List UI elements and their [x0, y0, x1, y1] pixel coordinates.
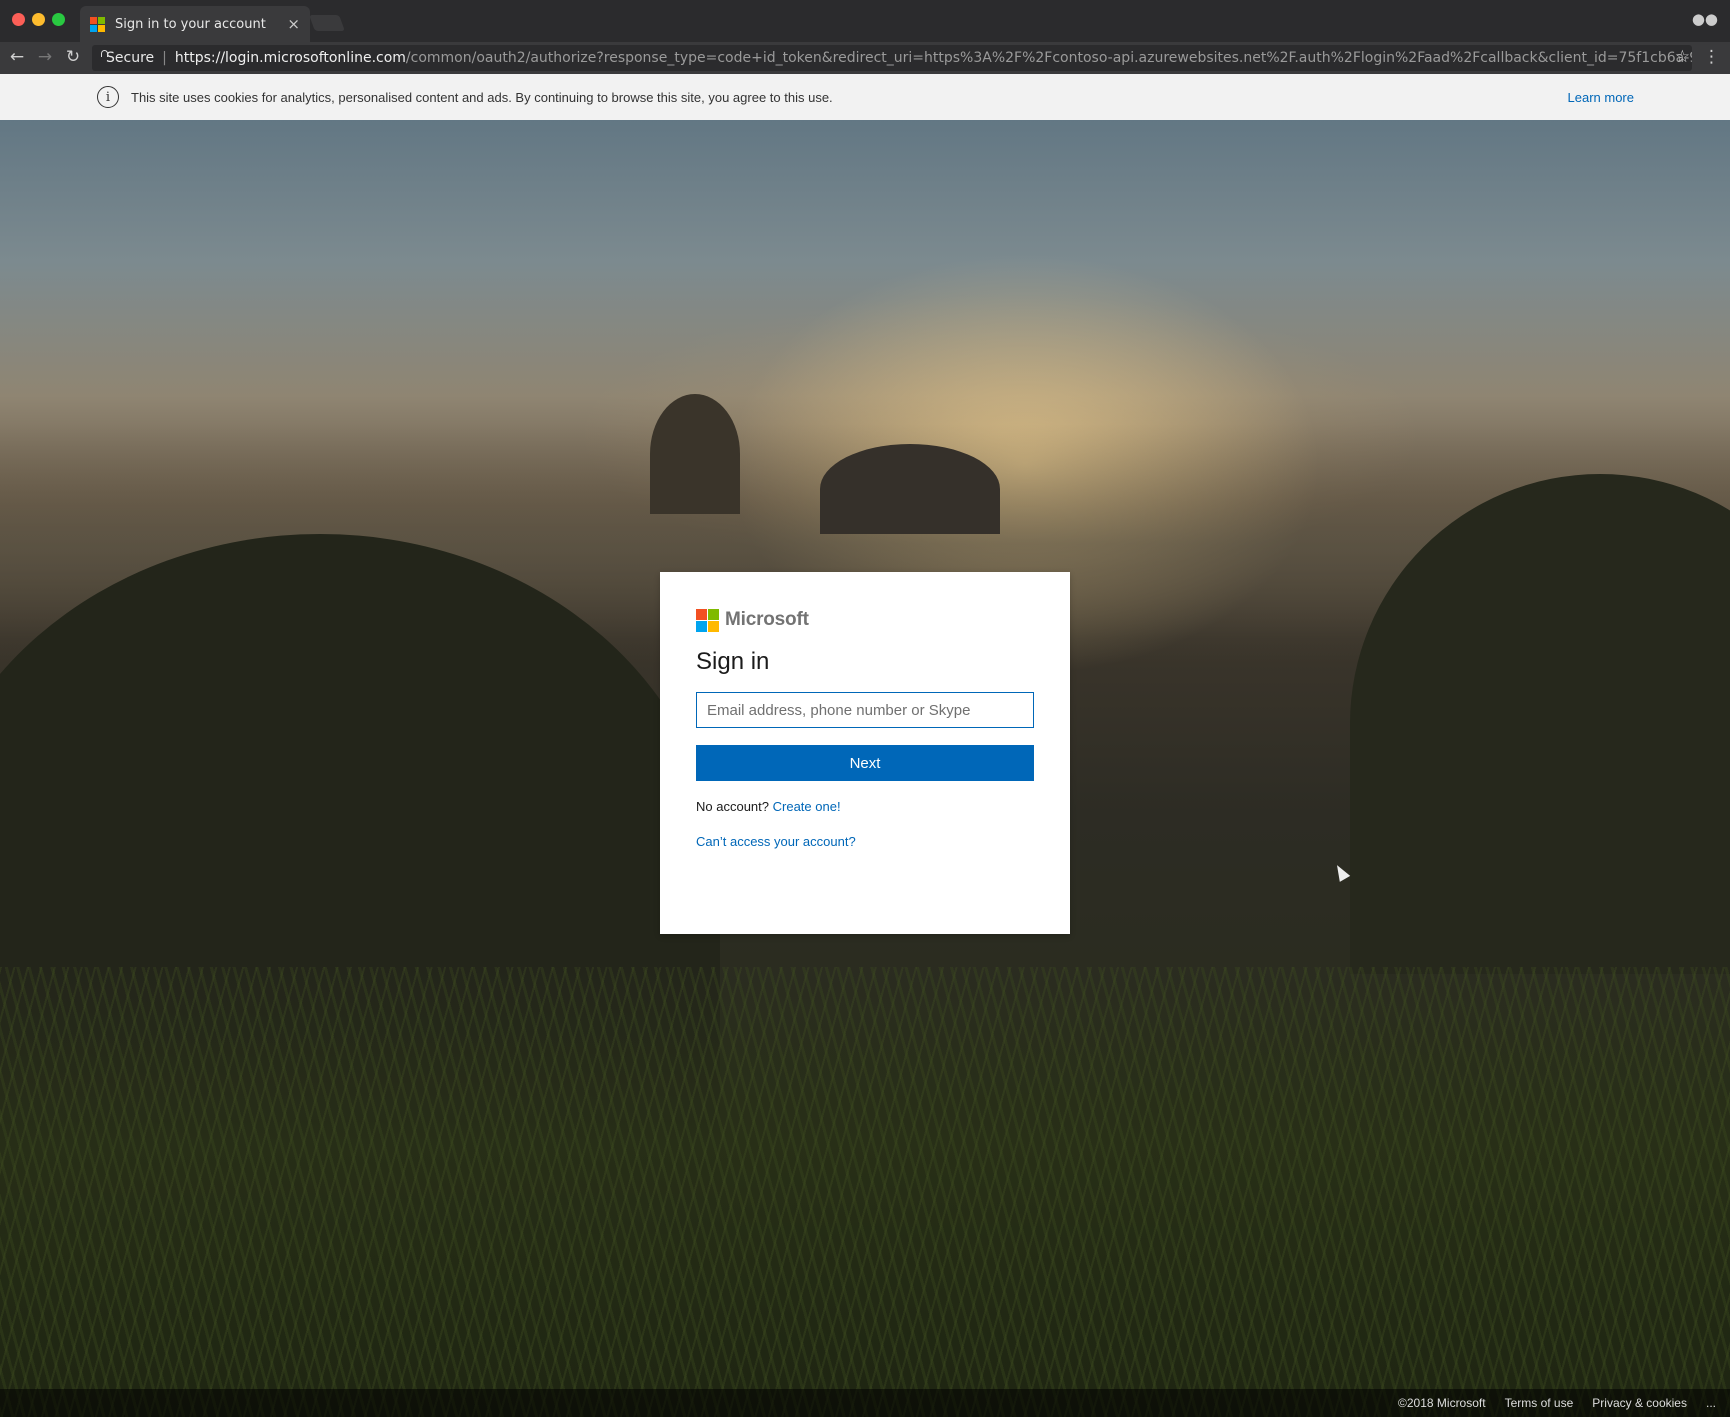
address-bar[interactable]: Secure | https://login.microsoftonline.c… [92, 45, 1692, 71]
terms-link[interactable]: Terms of use [1505, 1396, 1574, 1410]
tab-close-icon[interactable]: × [287, 15, 300, 33]
tab-title: Sign in to your account [115, 16, 266, 32]
back-icon[interactable]: ← [6, 47, 28, 67]
url-host: https://login.microsoftonline.com [174, 50, 406, 66]
email-field[interactable] [696, 692, 1034, 728]
cant-access-account-link[interactable]: Can’t access your account? [696, 834, 1034, 849]
browser-toolbar: ← → ↻ Secure | https://login.microsofton… [0, 42, 1730, 74]
new-tab-button[interactable] [309, 15, 345, 31]
window-minimize-button[interactable] [32, 13, 45, 26]
next-button[interactable]: Next [696, 745, 1034, 781]
cookie-banner: i This site uses cookies for analytics, … [0, 74, 1730, 120]
more-options-icon[interactable]: ... [1706, 1396, 1716, 1410]
background-grass [0, 967, 1730, 1417]
mouse-cursor-icon [1331, 862, 1351, 882]
star-icon[interactable]: ☆ [1675, 47, 1690, 67]
learn-more-link[interactable]: Learn more [1568, 90, 1634, 105]
window-zoom-button[interactable] [52, 13, 65, 26]
microsoft-logo-icon [696, 608, 719, 632]
browser-tab[interactable]: Sign in to your account × [80, 6, 310, 42]
window-close-button[interactable] [12, 13, 25, 26]
no-account-text: No account? [696, 799, 769, 814]
create-account-link[interactable]: Create one! [773, 799, 841, 814]
menu-icon[interactable]: ⋮ [1703, 47, 1720, 67]
info-icon: i [97, 86, 119, 108]
reload-icon[interactable]: ↻ [62, 47, 84, 67]
forward-icon[interactable]: → [34, 47, 56, 67]
page-viewport: i This site uses cookies for analytics, … [0, 74, 1730, 1417]
url-path: /common/oauth2/authorize?response_type=c… [405, 50, 1692, 66]
signin-card: Microsoft Sign in Next No account? Creat… [660, 572, 1070, 934]
page-title: Sign in [696, 648, 770, 675]
background-hill [650, 394, 740, 514]
incognito-icon: ●● [1691, 10, 1718, 28]
background-hill [820, 444, 1000, 534]
microsoft-favicon-icon [90, 16, 105, 32]
secure-label: Secure [106, 50, 155, 66]
brand-name: Microsoft [725, 609, 809, 630]
privacy-link[interactable]: Privacy & cookies [1592, 1396, 1687, 1410]
address-separator: | [162, 50, 167, 66]
browser-tab-bar: Sign in to your account × ●● [0, 0, 1730, 42]
copyright-text: ©2018 Microsoft [1398, 1396, 1486, 1410]
no-account-row: No account? Create one! [696, 799, 1034, 814]
page-footer: ©2018 Microsoft Terms of use Privacy & c… [0, 1389, 1730, 1417]
cookie-banner-text: This site uses cookies for analytics, pe… [131, 89, 833, 105]
microsoft-brand: Microsoft [696, 608, 1034, 632]
